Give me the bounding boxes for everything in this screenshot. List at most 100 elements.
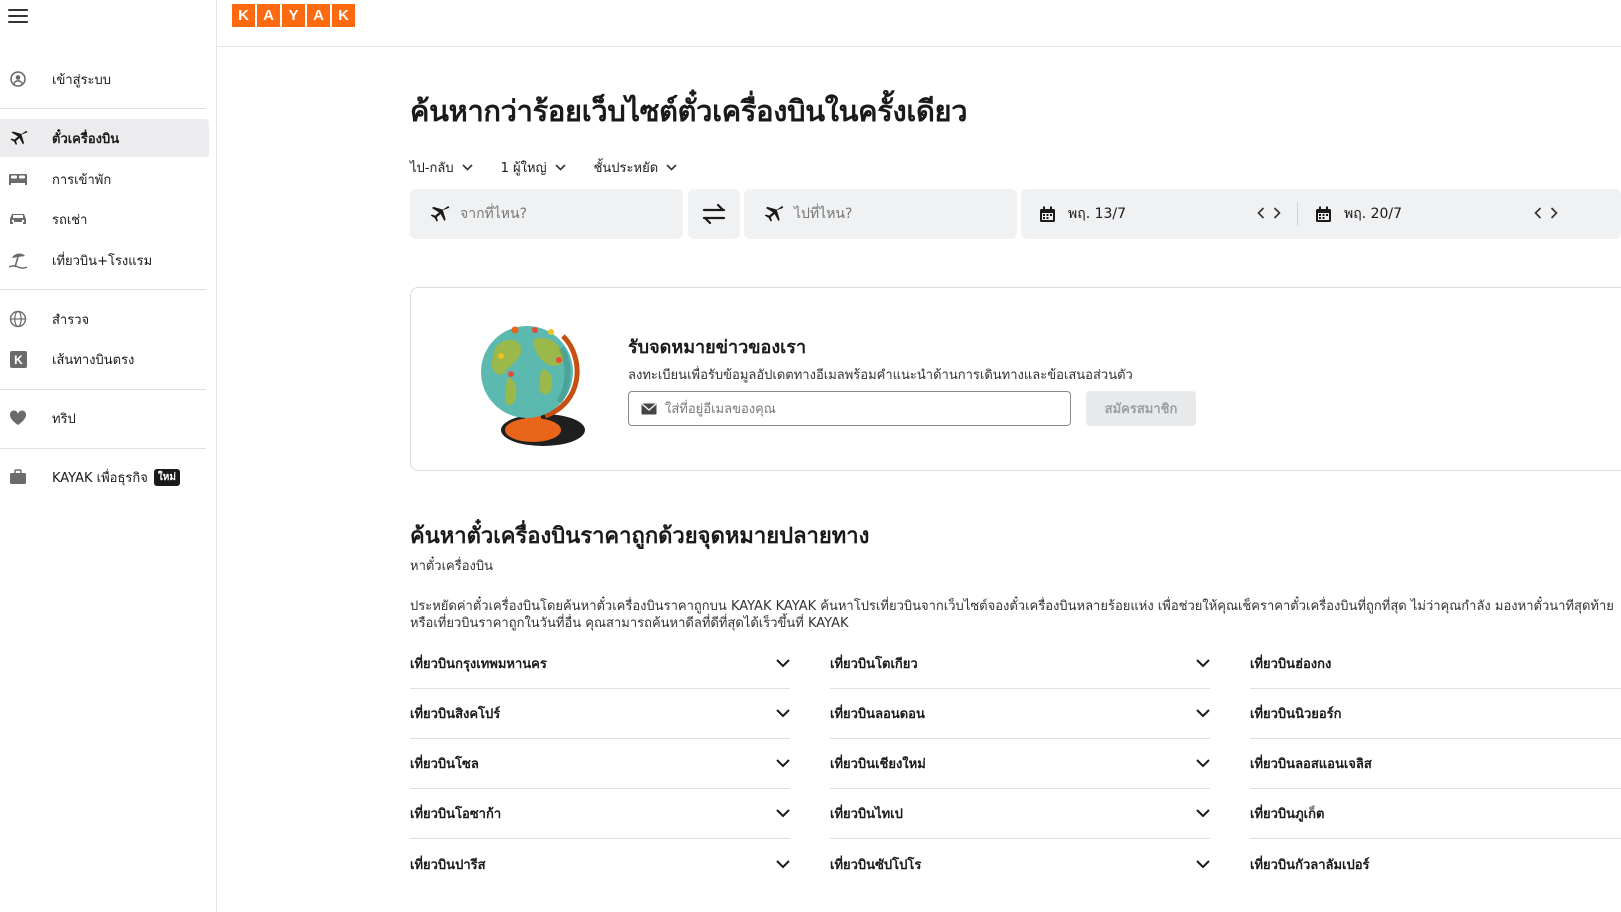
envelope-icon bbox=[641, 403, 657, 415]
bed-icon bbox=[8, 169, 28, 189]
sidebar-item-label: รถเช่า bbox=[52, 212, 88, 228]
destination-accordion-item[interactable]: เที่ยวบินโตเกียว bbox=[830, 639, 1210, 689]
chevron-right-icon[interactable] bbox=[1550, 204, 1558, 223]
top-bar: K A Y A K bbox=[217, 0, 1621, 47]
globe-illustration bbox=[475, 308, 595, 454]
sidebar-divider bbox=[0, 389, 206, 390]
origin-input[interactable]: จากที่ไหน? bbox=[410, 189, 683, 239]
destination-label: เที่ยวบินซัปโปโร bbox=[830, 857, 922, 873]
swap-arrows-icon bbox=[700, 204, 728, 224]
sidebar-item-business[interactable]: KAYAK เพื่อธุรกิจ ใหม่ bbox=[0, 458, 209, 496]
destination-accordion-item[interactable]: เที่ยวบินโอซาก้า bbox=[410, 789, 790, 839]
depart-date-stepper[interactable] bbox=[1257, 204, 1281, 223]
date-range-field: พฤ. 13/7 พฤ. 20/7 bbox=[1021, 189, 1621, 239]
swap-button[interactable] bbox=[688, 189, 740, 239]
destination-label: เที่ยวบินฮ่องกง bbox=[1250, 657, 1332, 672]
plane-icon bbox=[8, 128, 28, 148]
chevron-down-icon bbox=[1196, 659, 1210, 668]
trip-type-dropdown[interactable]: ไป-กลับ bbox=[410, 157, 473, 178]
sidebar-item-label: เส้นทางบินตรง bbox=[52, 352, 135, 368]
chevron-down-icon bbox=[1196, 759, 1210, 768]
sidebar-item-stays[interactable]: การเข้าพัก bbox=[0, 160, 209, 198]
chevron-down-icon bbox=[1196, 859, 1210, 869]
newsletter-email-input[interactable]: ใส่ที่อยู่อีเมลของคุณ bbox=[628, 391, 1071, 426]
search-options: ไป-กลับ 1 ผู้ใหญ่ ชั้นประหยัด bbox=[410, 157, 705, 178]
sidebar-item-flights[interactable]: ตั๋วเครื่องบิน bbox=[0, 119, 209, 157]
chevron-down-icon bbox=[555, 160, 566, 175]
chevron-left-icon[interactable] bbox=[1257, 204, 1265, 223]
newsletter-title: รับจดหมายข่าวของเรา bbox=[628, 337, 807, 358]
destination-label: เที่ยวบินกัวลาลัมเปอร์ bbox=[1250, 857, 1370, 873]
section-subtitle: หาตั๋วเครื่องบิน bbox=[410, 559, 494, 574]
subscribe-button[interactable]: สมัครสมาชิก bbox=[1086, 391, 1196, 426]
kayak-logo[interactable]: K A Y A K bbox=[232, 4, 355, 27]
destination-input[interactable]: ไปที่ไหน? bbox=[744, 189, 1017, 239]
return-date-stepper[interactable] bbox=[1534, 204, 1558, 223]
kayak-k-icon: K bbox=[8, 349, 28, 369]
sidebar-item-explore[interactable]: สำรวจ bbox=[0, 300, 209, 338]
logo-letter: K bbox=[332, 4, 355, 27]
newsletter-card: รับจดหมายข่าวของเรา ลงทะเบียนเพื่อรับข้อ… bbox=[410, 287, 1621, 471]
destination-accordion-item[interactable]: เที่ยวบินกัวลาลัมเปอร์ bbox=[1250, 839, 1621, 889]
destination-accordion-item[interactable]: เที่ยวบินกรุงเทพมหานคร bbox=[410, 639, 790, 689]
destination-label: เที่ยวบินลอสแอนเจลิส bbox=[1250, 757, 1372, 772]
section-description: ประหยัดค่าตั๋วเครื่องบินโดยค้นหาตั๋วเครื… bbox=[410, 599, 1614, 631]
chevron-down-icon bbox=[1196, 709, 1210, 718]
logo-letter: A bbox=[257, 4, 280, 27]
sidebar-item-label: เที่ยวบิน+โรงแรม bbox=[52, 253, 153, 269]
section-title: ค้นหาตั๋วเครื่องบินราคาถูกด้วยจุดหมายปลา… bbox=[410, 524, 870, 549]
sidebar-item-packages[interactable]: เที่ยวบิน+โรงแรม bbox=[0, 241, 209, 279]
chevron-right-icon[interactable] bbox=[1273, 204, 1281, 223]
heart-icon bbox=[8, 408, 28, 428]
chevron-down-icon bbox=[1196, 809, 1210, 818]
destination-accordion-item[interactable]: เที่ยวบินลอนดอน bbox=[830, 689, 1210, 739]
sidebar-item-label: การเข้าพัก bbox=[52, 172, 112, 188]
sidebar-item-direct-routes[interactable]: K เส้นทางบินตรง bbox=[0, 340, 209, 378]
destination-accordion-item[interactable]: เที่ยวบินฮ่องกง bbox=[1250, 639, 1621, 689]
destination-label: เที่ยวบินนิวยอร์ก bbox=[1250, 707, 1342, 722]
destination-accordion-item[interactable]: เที่ยวบินไทเป bbox=[830, 789, 1210, 839]
sidebar-item-login[interactable]: เข้าสู่ระบบ bbox=[0, 60, 209, 98]
chevron-down-icon bbox=[776, 759, 790, 768]
menu-icon[interactable] bbox=[8, 9, 28, 23]
sidebar: เข้าสู่ระบบ ตั๋วเครื่องบิน การเข้าพัก รถ… bbox=[0, 0, 217, 912]
chevron-down-icon bbox=[776, 709, 790, 718]
destination-accordion-item[interactable]: เที่ยวบินภูเก็ต bbox=[1250, 789, 1621, 839]
globe-icon bbox=[8, 309, 28, 329]
return-date-picker[interactable]: พฤ. 20/7 bbox=[1299, 189, 1539, 239]
sidebar-divider bbox=[0, 448, 206, 449]
trip-type-label: ไป-กลับ bbox=[410, 161, 454, 176]
depart-date-picker[interactable]: พฤ. 13/7 bbox=[1021, 189, 1296, 239]
sidebar-item-cars[interactable]: รถเช่า bbox=[0, 200, 209, 238]
sidebar-item-trips[interactable]: ทริป bbox=[0, 399, 209, 437]
car-icon bbox=[8, 209, 28, 229]
destination-accordion-item[interactable]: เที่ยวบินปารีส bbox=[410, 839, 790, 889]
newsletter-subtitle: ลงทะเบียนเพื่อรับข้อมูลอัปเดตทางอีเมลพร้… bbox=[628, 368, 1133, 383]
passengers-label: 1 ผู้ใหญ่ bbox=[500, 161, 547, 176]
chevron-down-icon bbox=[776, 859, 790, 869]
page-title: ค้นหากว่าร้อยเว็บไซต์ตั๋วเครื่องบินในครั… bbox=[410, 94, 968, 128]
depart-date-value: พฤ. 13/7 bbox=[1068, 206, 1127, 222]
destination-label: เที่ยวบินภูเก็ต bbox=[1250, 807, 1325, 822]
destination-label: เที่ยวบินไทเป bbox=[830, 807, 903, 822]
destination-accordion-item[interactable]: เที่ยวบินสิงคโปร์ bbox=[410, 689, 790, 739]
destination-accordion-item[interactable]: เที่ยวบินซัปโปโร bbox=[830, 839, 1210, 889]
cabin-class-dropdown[interactable]: ชั้นประหยัด bbox=[594, 157, 678, 178]
destination-accordion-item[interactable]: เที่ยวบินลอสแอนเจลิส bbox=[1250, 739, 1621, 789]
sidebar-item-label: เข้าสู่ระบบ bbox=[52, 72, 112, 88]
origin-placeholder: จากที่ไหน? bbox=[460, 206, 528, 222]
destination-accordion-item[interactable]: เที่ยวบินนิวยอร์ก bbox=[1250, 689, 1621, 739]
chevron-down-icon bbox=[666, 160, 677, 175]
sidebar-item-label: KAYAK เพื่อธุรกิจ bbox=[52, 470, 148, 486]
destination-placeholder: ไปที่ไหน? bbox=[794, 206, 853, 222]
destination-accordion-item[interactable]: เที่ยวบินโซล bbox=[410, 739, 790, 789]
destination-label: เที่ยวบินสิงคโปร์ bbox=[410, 707, 501, 722]
cabin-class-label: ชั้นประหยัด bbox=[593, 161, 659, 176]
new-badge: ใหม่ bbox=[153, 468, 180, 486]
chevron-left-icon[interactable] bbox=[1534, 204, 1542, 223]
passengers-dropdown[interactable]: 1 ผู้ใหญ่ bbox=[501, 157, 566, 178]
destination-accordion-item[interactable]: เที่ยวบินเชียงใหม่ bbox=[830, 739, 1210, 789]
destination-label: เที่ยวบินกรุงเทพมหานคร bbox=[410, 657, 547, 672]
user-circle-icon bbox=[8, 69, 28, 89]
sidebar-divider bbox=[0, 289, 206, 290]
